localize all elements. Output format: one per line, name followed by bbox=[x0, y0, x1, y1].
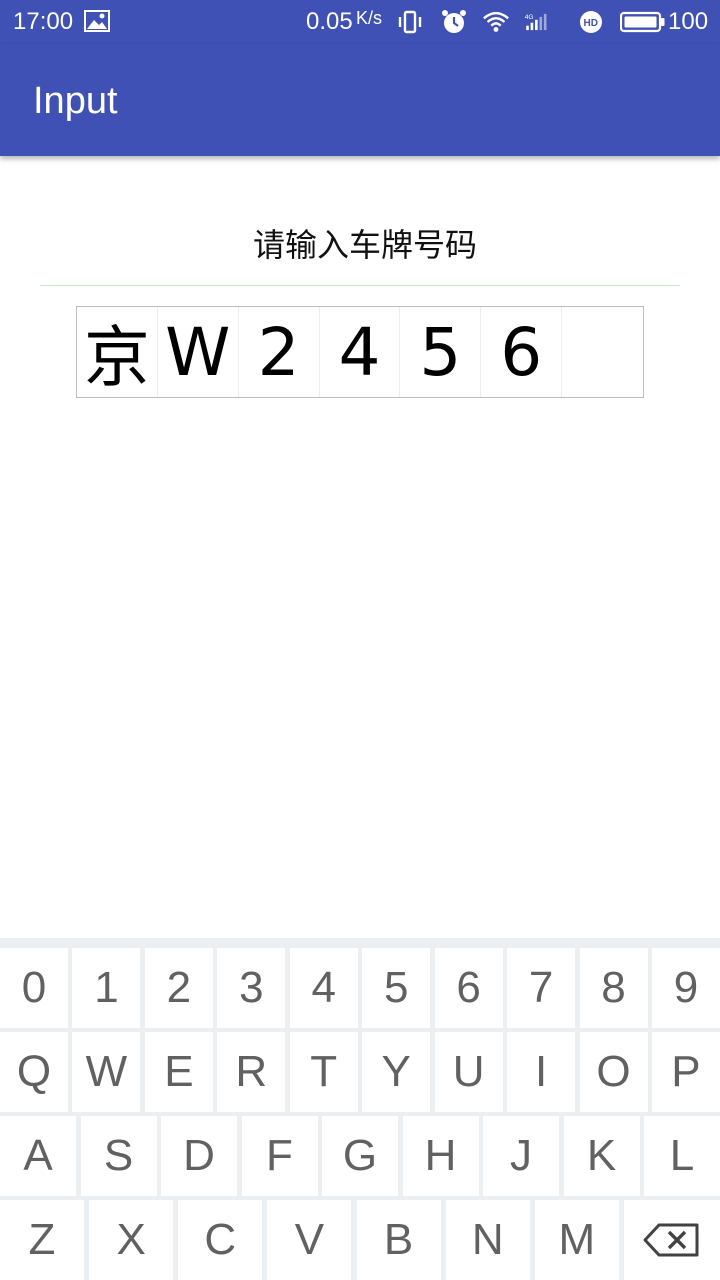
key-t[interactable]: T bbox=[289, 1032, 358, 1112]
plate-char-cell[interactable]: 6 bbox=[481, 307, 563, 397]
backspace-key[interactable] bbox=[623, 1200, 720, 1280]
key-4[interactable]: 4 bbox=[289, 948, 358, 1028]
key-s[interactable]: S bbox=[80, 1116, 157, 1196]
license-plate-input[interactable]: 京 W 2 4 5 6 bbox=[76, 306, 644, 398]
plate-char-cell[interactable]: 京 bbox=[77, 307, 158, 397]
alarm-icon bbox=[442, 10, 466, 33]
plate-keyboard: 0123456789 QWERTYUIOP ASDFGHJKL ZXCVBNM bbox=[0, 938, 720, 1280]
keyboard-row-qwerty: QWERTYUIOP bbox=[0, 1032, 720, 1112]
plate-char-cell[interactable]: 5 bbox=[400, 307, 482, 397]
key-r[interactable]: R bbox=[217, 1032, 286, 1112]
page-title: Input bbox=[33, 80, 118, 122]
status-bar: 17:00 0.05 K/s 4G HD 100 bbox=[0, 0, 720, 44]
vibrate-icon bbox=[398, 10, 422, 34]
divider bbox=[40, 285, 680, 286]
key-v[interactable]: V bbox=[267, 1200, 352, 1280]
keyboard-row-zxcv: ZXCVBNM bbox=[0, 1200, 720, 1280]
image-notification-icon bbox=[84, 10, 110, 32]
key-2[interactable]: 2 bbox=[144, 948, 213, 1028]
key-k[interactable]: K bbox=[563, 1116, 640, 1196]
key-y[interactable]: Y bbox=[362, 1032, 431, 1112]
key-0[interactable]: 0 bbox=[0, 948, 68, 1028]
plate-prompt-label: 请输入车牌号码 bbox=[252, 226, 477, 264]
key-8[interactable]: 8 bbox=[579, 948, 648, 1028]
plate-char-cell[interactable]: W bbox=[158, 307, 239, 397]
app-bar: Input bbox=[0, 44, 720, 156]
hd-icon: HD bbox=[580, 11, 602, 33]
key-z[interactable]: Z bbox=[0, 1200, 84, 1280]
key-w[interactable]: W bbox=[72, 1032, 141, 1112]
key-m[interactable]: M bbox=[534, 1200, 619, 1280]
key-e[interactable]: E bbox=[144, 1032, 213, 1112]
key-h[interactable]: H bbox=[402, 1116, 479, 1196]
svg-text:HD: HD bbox=[584, 18, 598, 29]
network-speed: 0.05 bbox=[306, 8, 353, 35]
key-9[interactable]: 9 bbox=[651, 948, 720, 1028]
key-q[interactable]: Q bbox=[0, 1032, 68, 1112]
key-i[interactable]: I bbox=[507, 1032, 576, 1112]
key-l[interactable]: L bbox=[644, 1116, 720, 1196]
key-3[interactable]: 3 bbox=[217, 948, 286, 1028]
key-d[interactable]: D bbox=[161, 1116, 237, 1196]
plate-char-cell[interactable]: 2 bbox=[239, 307, 320, 397]
key-g[interactable]: G bbox=[322, 1116, 398, 1196]
key-6[interactable]: 6 bbox=[434, 948, 503, 1028]
battery-icon bbox=[620, 11, 665, 33]
key-5[interactable]: 5 bbox=[362, 948, 431, 1028]
svg-text:4G: 4G bbox=[525, 14, 534, 21]
battery-level: 100 bbox=[668, 8, 709, 35]
keyboard-row-digits: 0123456789 bbox=[0, 948, 720, 1028]
key-x[interactable]: X bbox=[89, 1200, 174, 1280]
key-n[interactable]: N bbox=[445, 1200, 530, 1280]
signal-4g-icon: 4G bbox=[525, 13, 547, 31]
key-b[interactable]: B bbox=[356, 1200, 441, 1280]
plate-char-cell[interactable] bbox=[562, 307, 643, 397]
key-7[interactable]: 7 bbox=[507, 948, 576, 1028]
key-o[interactable]: O bbox=[579, 1032, 648, 1112]
key-1[interactable]: 1 bbox=[72, 948, 141, 1028]
plate-char-cell[interactable]: 4 bbox=[320, 307, 401, 397]
wifi-icon bbox=[483, 11, 509, 32]
key-j[interactable]: J bbox=[483, 1116, 559, 1196]
key-p[interactable]: P bbox=[651, 1032, 720, 1112]
status-time: 17:00 bbox=[13, 8, 74, 35]
key-c[interactable]: C bbox=[178, 1200, 263, 1280]
key-a[interactable]: A bbox=[0, 1116, 76, 1196]
keyboard-row-asdf: ASDFGHJKL bbox=[0, 1116, 720, 1196]
backspace-icon bbox=[643, 1223, 699, 1257]
key-u[interactable]: U bbox=[434, 1032, 503, 1112]
network-speed-unit: K/s bbox=[356, 8, 383, 28]
key-f[interactable]: F bbox=[241, 1116, 318, 1196]
